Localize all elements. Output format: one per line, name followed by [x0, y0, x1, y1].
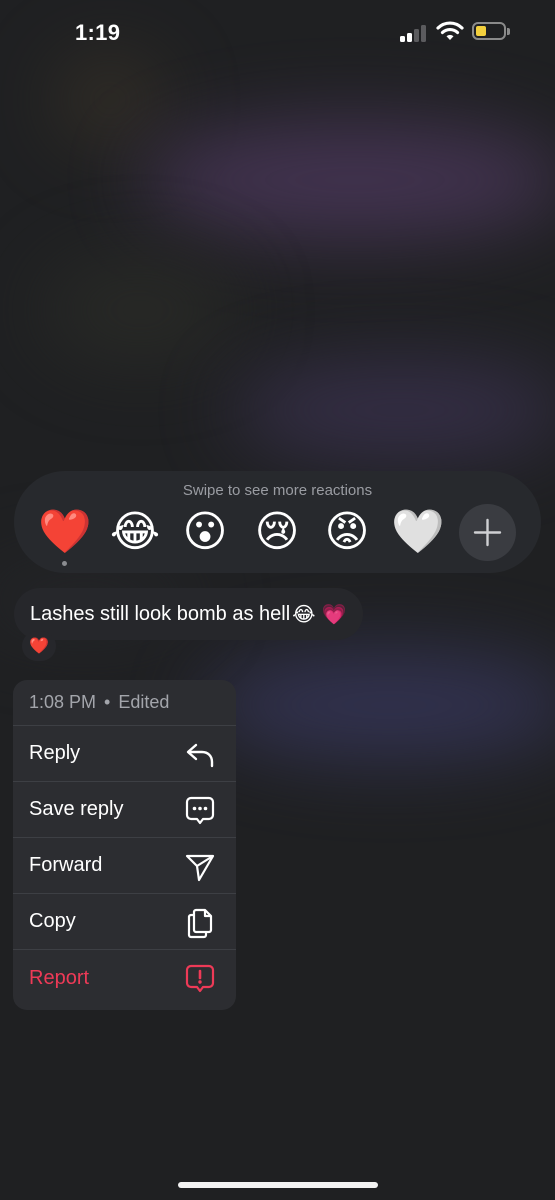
home-indicator[interactable]	[178, 1182, 378, 1188]
message-bubble[interactable]: Lashes still look bomb as hell 😂 💗	[14, 588, 363, 640]
swipe-hint: Swipe to see more reactions	[182, 482, 373, 499]
menu-item-label: Report	[29, 966, 90, 989]
message-context-menu: 1:08 PM • Edited Reply Save reply Forwar…	[13, 680, 236, 1010]
reaction-crying[interactable]: 😢	[250, 505, 304, 559]
send-icon	[185, 854, 215, 882]
reaction-white-heart[interactable]: 🤍	[391, 505, 445, 559]
menu-item-label: Reply	[29, 742, 81, 764]
plus-icon	[473, 518, 502, 547]
chat-bubble-icon	[185, 796, 215, 825]
report-icon	[185, 964, 215, 993]
message-reaction-badge[interactable]: ❤️	[22, 631, 56, 661]
reaction-angry[interactable]: 😡	[320, 505, 374, 559]
menu-item-forward[interactable]: Forward	[13, 838, 236, 894]
menu-item-save-reply[interactable]: Save reply	[13, 782, 236, 838]
reaction-tears-of-joy[interactable]: 😂	[108, 505, 162, 559]
message-emojis: 😂 💗	[292, 602, 347, 626]
reaction-tray: Swipe to see more reactions ❤️ 😂 😮 😢 😡 🤍	[14, 471, 541, 573]
reply-icon	[186, 743, 214, 768]
copy-icon	[187, 908, 213, 939]
cellular-signal-icon	[400, 24, 430, 42]
status-bar: 1:19	[0, 0, 555, 66]
edited-label: Edited	[118, 692, 170, 712]
menu-item-report[interactable]: Report	[13, 950, 236, 1006]
wifi-icon	[436, 20, 464, 42]
menu-item-label: Forward	[29, 854, 103, 876]
menu-item-reply[interactable]: Reply	[13, 726, 236, 782]
more-reactions-button[interactable]	[459, 504, 516, 561]
menu-item-label: Save reply	[29, 798, 124, 820]
menu-item-copy[interactable]: Copy	[13, 894, 236, 950]
message-text: Lashes still look bomb as hell	[30, 602, 291, 625]
battery-icon	[472, 22, 512, 42]
selected-reaction-dot	[62, 561, 67, 566]
status-time: 1:19	[75, 20, 121, 45]
reaction-surprised[interactable]: 😮	[178, 505, 232, 559]
reaction-red-heart[interactable]: ❤️	[38, 505, 92, 559]
message-time: 1:08 PM	[29, 692, 97, 712]
menu-item-label: Copy	[29, 910, 76, 932]
header-separator: •	[104, 692, 111, 712]
message-timestamp-header: 1:08 PM • Edited	[13, 680, 236, 726]
